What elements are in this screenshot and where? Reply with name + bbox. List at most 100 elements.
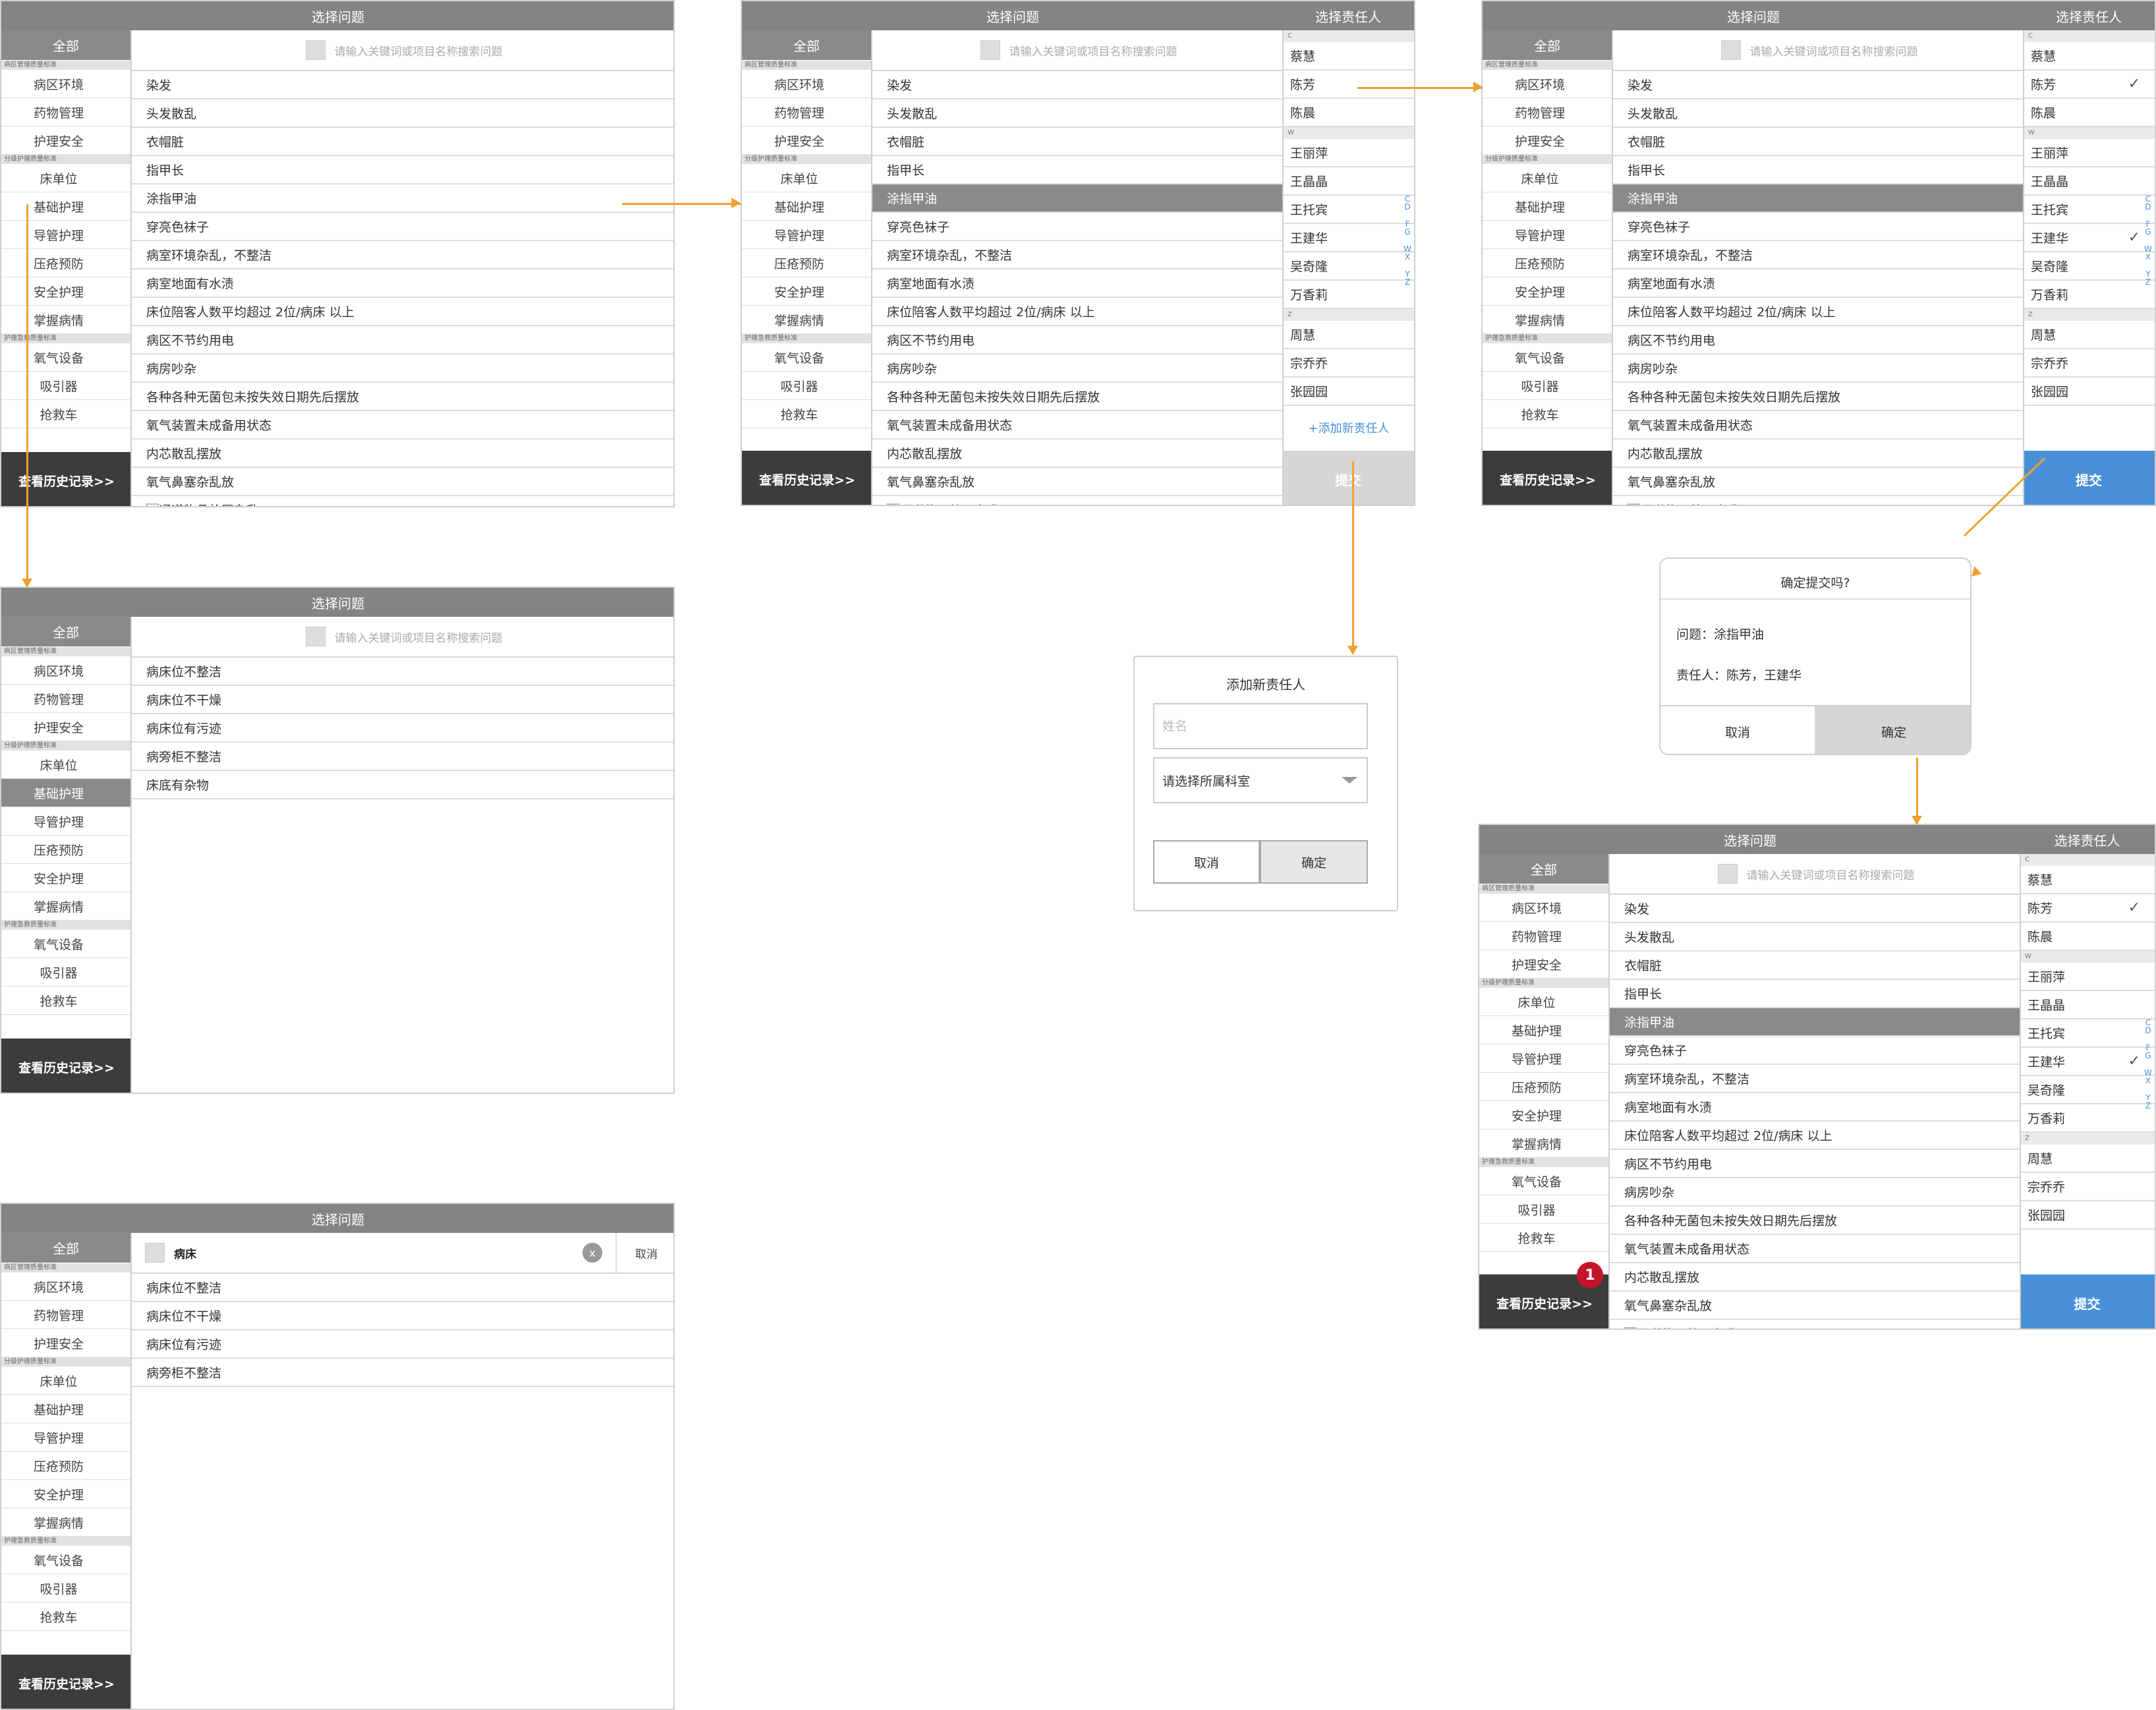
category-item[interactable]: 导管护理 <box>1 1423 130 1452</box>
issue-row[interactable]: 涂指甲油 <box>872 185 1285 213</box>
category-item[interactable]: 病区环境 <box>1 1272 130 1301</box>
issue-row[interactable]: 病床位有污迹 <box>132 714 673 743</box>
category-item[interactable]: 床单位 <box>1 164 130 192</box>
search-placeholder[interactable]: 请输入关键词或项目名称搜索问题 <box>335 42 503 59</box>
category-item[interactable]: 药物管理 <box>742 98 871 127</box>
category-item[interactable]: 压疮预防 <box>742 249 871 277</box>
person-row[interactable]: 王丽萍 <box>2024 139 2155 167</box>
person-row[interactable]: 周慧 <box>1284 321 1414 349</box>
index-letter[interactable]: D <box>1404 203 1411 211</box>
department-select[interactable]: 请选择所属科室 <box>1153 757 1368 803</box>
issue-row[interactable]: 氧气鼻塞杂乱放 <box>1610 1292 2022 1320</box>
person-row[interactable]: 周慧 <box>2021 1145 2155 1173</box>
category-item[interactable]: 吸引器 <box>1 958 130 986</box>
category-item[interactable]: 掌握病情 <box>1479 1129 1608 1158</box>
issue-row[interactable]: 病室地面有水渍 <box>872 270 1285 298</box>
category-item[interactable]: 掌握病情 <box>1483 306 1612 334</box>
person-row[interactable]: 蔡慧 <box>2024 42 2155 71</box>
person-row[interactable]: 张园园 <box>2024 378 2155 406</box>
issue-row[interactable]: 头发散乱 <box>1610 923 2022 952</box>
category-item[interactable]: 床单位 <box>1 751 130 779</box>
issue-row[interactable]: 病室地面有水渍 <box>1610 1093 2022 1122</box>
category-all[interactable]: 全部 <box>1 617 130 647</box>
issue-row[interactable]: 病床位不干燥 <box>132 686 673 714</box>
dialog-ok-button[interactable]: 确定 <box>1260 840 1368 884</box>
category-item[interactable]: 导管护理 <box>1479 1044 1608 1073</box>
search-bar[interactable]: 请输入关键词或项目名称搜索问题 <box>1613 30 2026 71</box>
index-letter[interactable]: Z <box>1404 278 1411 286</box>
issue-row[interactable]: 指甲长 <box>1610 980 2022 1008</box>
person-row[interactable]: 吴奇隆 <box>2024 252 2155 281</box>
search-bar[interactable]: 请输入关键词或项目名称搜索问题 <box>872 30 1285 71</box>
category-item[interactable]: 氧气设备 <box>1483 343 1612 372</box>
category-item[interactable]: 病区环境 <box>1483 70 1612 98</box>
search-bar[interactable]: 请输入关键词或项目名称搜索问题 <box>132 30 673 71</box>
name-input[interactable]: 姓名 <box>1153 703 1368 749</box>
issue-row[interactable]: 病房吵杂 <box>1610 1178 2022 1207</box>
issue-row[interactable]: 内芯散乱摆放 <box>1613 440 2026 468</box>
issue-row[interactable]: 病旁柜不整洁 <box>132 743 673 771</box>
category-item[interactable]: 吸引器 <box>1483 372 1612 400</box>
category-item[interactable]: 病区环境 <box>1479 894 1608 922</box>
issue-row[interactable]: 氧气装置未成备用状态 <box>1613 411 2026 440</box>
add-person-link[interactable]: +添加新责任人 <box>1284 406 1414 449</box>
category-item[interactable]: 吸引器 <box>742 372 871 400</box>
person-row[interactable]: 王建华 ✓ <box>2021 1048 2155 1076</box>
issue-row[interactable]: 染发 <box>132 71 673 100</box>
person-row[interactable]: 万香莉 <box>2024 281 2155 309</box>
category-item[interactable]: 抢救车 <box>1 1603 130 1631</box>
category-all[interactable]: 全部 <box>1 30 130 61</box>
issue-row[interactable]: 病旁柜不整洁 <box>132 1359 673 1387</box>
category-item[interactable]: 掌握病情 <box>742 306 871 334</box>
person-row[interactable]: 陈晨 <box>2021 923 2155 951</box>
category-item[interactable]: 氧气设备 <box>742 343 871 372</box>
issue-row[interactable]: 指甲长 <box>872 156 1285 185</box>
issue-row[interactable]: 衣帽脏 <box>872 128 1285 156</box>
issue-row[interactable]: 内芯散乱摆放 <box>1610 1263 2022 1292</box>
issue-row[interactable]: 涂指甲油 <box>1610 1008 2022 1037</box>
search-bar[interactable]: 请输入关键词或项目名称搜索问题 <box>1610 854 2022 895</box>
cancel-search-button[interactable]: 取消 <box>615 1233 673 1273</box>
issue-row[interactable]: 涂指甲油 <box>1613 185 2026 213</box>
category-item[interactable]: 药物管理 <box>1 1301 130 1329</box>
index-letter[interactable]: Z <box>2144 1102 2152 1110</box>
person-row[interactable]: 张园园 <box>2021 1201 2155 1230</box>
issue-row[interactable]: 衣帽脏 <box>1613 128 2026 156</box>
issue-row[interactable]: 染发 <box>1610 895 2022 923</box>
index-letter[interactable]: G <box>2144 1052 2152 1060</box>
person-row[interactable]: 万香莉 <box>2021 1104 2155 1133</box>
index-letter[interactable]: D <box>2144 203 2152 211</box>
index-letter[interactable]: G <box>2144 228 2152 236</box>
category-item[interactable]: 病区环境 <box>742 70 871 98</box>
alphabet-index[interactable]: CDFGWXYZ <box>2144 195 2152 286</box>
issue-row[interactable]: 氧气装置未成备用状态 <box>132 411 673 440</box>
category-item[interactable]: 抢救车 <box>1479 1224 1608 1252</box>
clear-button[interactable]: x <box>582 1243 602 1263</box>
category-item[interactable]: 安全护理 <box>1483 277 1612 306</box>
index-letter[interactable]: Z <box>2144 278 2152 286</box>
category-all[interactable]: 全部 <box>1483 30 1612 61</box>
issue-row[interactable]: 病室环境杂乱，不整洁 <box>132 241 673 270</box>
alphabet-index[interactable]: CDFGWXYZ <box>1404 195 1411 286</box>
person-row[interactable]: 王丽萍 <box>2021 963 2155 991</box>
issue-row[interactable]: 病区不节约用电 <box>872 326 1285 355</box>
issue-row[interactable]: 病房吵杂 <box>872 355 1285 383</box>
issue-row[interactable]: 各种各种无菌包未按失效日期先后摆放 <box>872 383 1285 411</box>
person-row[interactable]: 周慧 <box>2024 321 2155 349</box>
issue-row[interactable]: 病室环境杂乱，不整洁 <box>1613 241 2026 270</box>
person-row[interactable]: 王晶晶 <box>2024 167 2155 196</box>
submit-button[interactable]: 提交 <box>2021 1274 2155 1328</box>
category-item[interactable]: 掌握病情 <box>1 306 130 334</box>
category-item[interactable]: 基础护理 <box>1 192 130 221</box>
person-row[interactable]: 陈晨 <box>1284 99 1414 127</box>
person-row[interactable]: 万香莉 <box>1284 281 1414 309</box>
person-row[interactable]: 王建华 ✓ <box>2024 224 2155 252</box>
category-item[interactable]: 护理安全 <box>1 127 130 155</box>
category-item[interactable]: 床单位 <box>1479 988 1608 1016</box>
person-row[interactable]: 王托宾 <box>1284 196 1414 224</box>
category-item[interactable]: 吸引器 <box>1 372 130 400</box>
category-item[interactable]: 压疮预防 <box>1 836 130 864</box>
category-item[interactable]: 床单位 <box>1 1367 130 1395</box>
person-row[interactable]: 王托宾 <box>2021 1019 2155 1048</box>
category-item[interactable]: 基础护理 <box>742 192 871 221</box>
